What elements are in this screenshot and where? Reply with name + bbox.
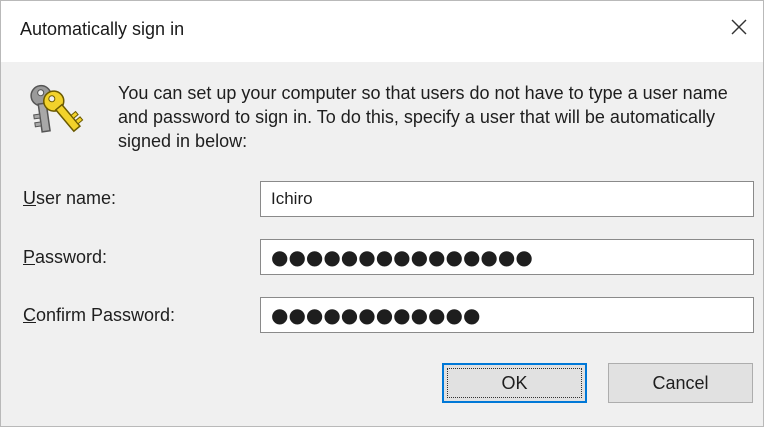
password-input[interactable]: ●●●●●●●●●●●●●●● — [260, 239, 754, 275]
window-title: Automatically sign in — [20, 19, 185, 39]
close-icon — [731, 19, 747, 35]
title-bar: Automatically sign in — [1, 1, 763, 62]
focus-ring — [447, 368, 582, 398]
cancel-button-label: Cancel — [652, 372, 709, 393]
username-input[interactable]: Ichiro — [260, 181, 754, 217]
ok-button[interactable]: OK — [442, 363, 587, 403]
confirm-password-label: Confirm Password: — [23, 305, 176, 325]
confirm-password-input[interactable]: ●●●●●●●●●●●● — [260, 297, 754, 333]
auto-signin-dialog: Automatically sign in You can set up you… — [0, 0, 764, 427]
close-button[interactable] — [719, 7, 759, 47]
password-label: Password: — [23, 247, 108, 267]
username-label: User name: — [23, 188, 117, 208]
cancel-button[interactable]: Cancel — [608, 363, 753, 403]
keys-icon — [30, 84, 84, 133]
intro-text: You can set up your computer so that use… — [118, 83, 728, 151]
